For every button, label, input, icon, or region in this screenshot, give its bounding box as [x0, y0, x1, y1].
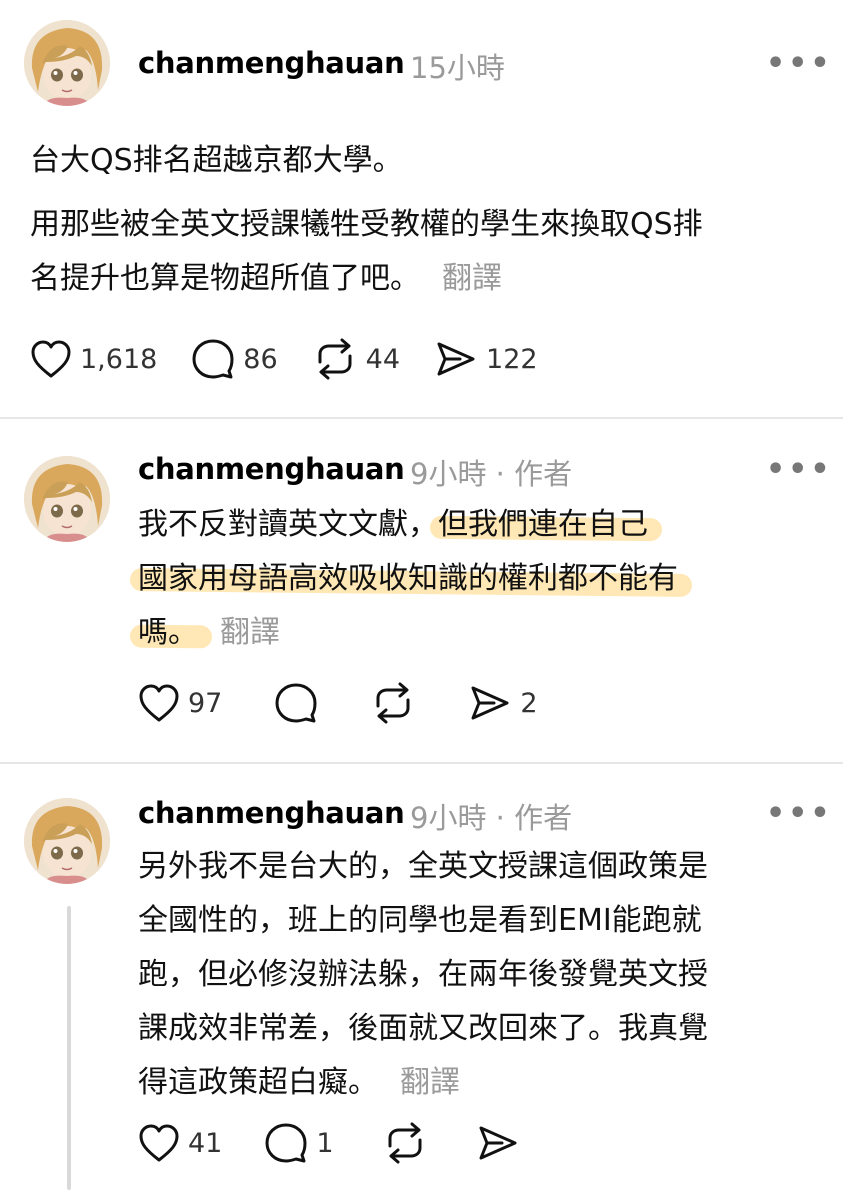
- post-line: 用那些被全英文授課犧牲受教權的學生來換取QS排: [30, 207, 703, 242]
- comment-icon: [265, 1123, 307, 1163]
- action-bar: 1,618 86 44 122: [30, 338, 572, 380]
- username[interactable]: chanmenghauan: [138, 452, 405, 486]
- comment-button[interactable]: 86: [191, 338, 278, 380]
- translate-link[interactable]: 翻譯: [220, 615, 280, 650]
- post-line: 課成效非常差，後面就又改回來了。我真覺: [138, 1011, 708, 1046]
- comment-icon: [192, 339, 234, 379]
- post-line: 名提升也算是物超所值了吧。 翻譯: [30, 261, 502, 296]
- like-count: 97: [188, 687, 223, 719]
- avatar[interactable]: [24, 798, 110, 884]
- action-bar: 41 1: [138, 1122, 554, 1164]
- post-time: 9小時 · 作者: [410, 457, 573, 491]
- repost-icon: [318, 338, 352, 380]
- thread-line: [67, 906, 71, 1190]
- divider: [0, 762, 843, 764]
- comment-icon: [275, 683, 317, 723]
- like-button[interactable]: 41: [138, 1123, 222, 1163]
- post-line: 得這政策超白癡。 翻譯: [138, 1065, 460, 1100]
- action-bar: 97 2: [138, 682, 572, 724]
- post-text: 我不反對讀英文文獻，: [138, 507, 438, 542]
- post-line: 另外我不是台大的，全英文授課這個政策是: [138, 849, 708, 884]
- avatar[interactable]: [24, 456, 110, 542]
- highlighted-text: 國家用母語高效吸收知識的權利都不能有: [138, 561, 678, 596]
- highlighted-text: 嗎。: [138, 615, 198, 650]
- share-count: 122: [486, 343, 538, 375]
- username[interactable]: chanmenghauan: [138, 796, 405, 830]
- post-line: 跑，但必修沒辦法躲，在兩年後發覺英文授: [138, 957, 708, 992]
- repost-count: 44: [365, 343, 401, 375]
- more-options-button[interactable]: •••: [766, 452, 833, 487]
- post-body: 台大QS排名超越京都大學。 用那些被全英文授課犧牲受教權的學生來換取QS排 名提…: [30, 134, 703, 306]
- post-body: 另外我不是台大的，全英文授課這個政策是 全國性的，班上的同學也是看到EMI能跑就…: [138, 840, 708, 1110]
- share-icon: [471, 686, 509, 720]
- post-time: 9小時 · 作者: [410, 801, 573, 835]
- share-button[interactable]: 122: [434, 339, 538, 379]
- post-line: 台大QS排名超越京都大學。: [30, 143, 403, 178]
- repost-button[interactable]: [382, 1122, 428, 1164]
- translate-link[interactable]: 翻譯: [400, 1065, 460, 1100]
- post-body: 我不反對讀英文文獻，但我們連在自己 國家用母語高效吸收知識的權利都不能有 嗎。翻…: [138, 498, 678, 660]
- more-options-button[interactable]: •••: [766, 796, 833, 831]
- author-tag: · 作者: [495, 801, 573, 835]
- repost-button[interactable]: [370, 682, 416, 724]
- translate-link[interactable]: 翻譯: [442, 261, 502, 296]
- like-count: 41: [188, 1127, 223, 1159]
- repost-button[interactable]: 44: [312, 338, 400, 380]
- divider: [0, 417, 843, 419]
- heart-icon: [31, 340, 71, 378]
- highlighted-text: 但我們連在自己: [438, 507, 648, 542]
- share-count: 2: [520, 687, 538, 719]
- share-button[interactable]: 2: [468, 683, 538, 723]
- comment-button[interactable]: [274, 682, 318, 724]
- heart-icon: [139, 684, 179, 722]
- share-icon: [479, 1126, 517, 1160]
- comment-count: 1: [316, 1127, 334, 1159]
- like-button[interactable]: 1,618: [30, 339, 157, 379]
- like-count: 1,618: [80, 343, 158, 375]
- post-line: 全國性的，班上的同學也是看到EMI能跑就: [138, 903, 702, 938]
- avatar[interactable]: [24, 20, 110, 106]
- username[interactable]: chanmenghauan: [138, 46, 405, 80]
- comment-count: 86: [243, 343, 278, 375]
- repost-icon: [376, 682, 410, 724]
- post-time: 15小時: [410, 51, 505, 85]
- heart-icon: [139, 1124, 179, 1162]
- like-button[interactable]: 97: [138, 683, 222, 723]
- share-button[interactable]: [476, 1123, 520, 1163]
- author-tag: · 作者: [495, 457, 573, 491]
- more-options-button[interactable]: •••: [766, 46, 833, 81]
- comment-button[interactable]: 1: [264, 1122, 334, 1164]
- repost-icon: [388, 1122, 422, 1164]
- share-icon: [437, 342, 475, 376]
